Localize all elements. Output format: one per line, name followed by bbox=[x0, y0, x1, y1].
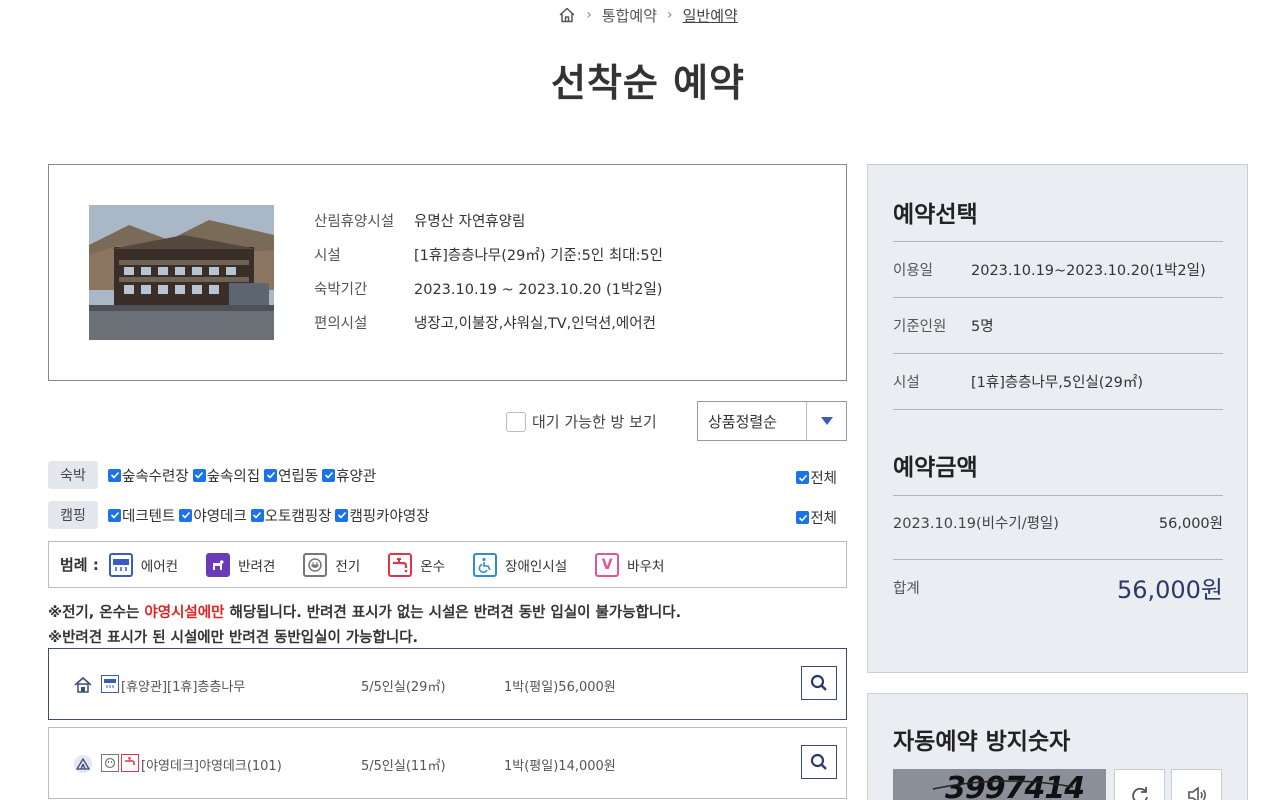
total-amount: 56,000원 bbox=[1116, 576, 1223, 604]
hot-water-icon bbox=[388, 552, 413, 577]
refresh-icon bbox=[1131, 786, 1148, 800]
breadcrumb-item-integrated[interactable]: 통합예약 bbox=[602, 5, 657, 26]
aircon-icon bbox=[101, 675, 119, 693]
legend-item-hot-water: 온수 bbox=[388, 552, 445, 577]
house-icon bbox=[73, 675, 93, 695]
room-price: 1박(평일)56,000원 bbox=[504, 680, 616, 695]
speaker-icon bbox=[1187, 785, 1206, 800]
info-row-facility: 시설 [1휴]층층나무(29㎡) 기준:5인 최대:5인 bbox=[314, 247, 663, 264]
checkbox-lodging-all[interactable]: 전체 bbox=[796, 467, 837, 488]
legend-item-pet: 반려견 bbox=[206, 552, 275, 577]
page-title: 선착순 예약 bbox=[550, 61, 746, 105]
search-icon bbox=[810, 674, 827, 691]
room-price: 1박(평일)14,000원 bbox=[504, 759, 616, 774]
summary-row-date: 이용일 2023.10.19~2023.10.20(1박2일) bbox=[893, 241, 1223, 297]
checkbox-camping-deck[interactable]: 야영데크 bbox=[179, 505, 247, 526]
legend-item-electric: 전기 bbox=[303, 552, 360, 577]
category-tag-camping: 캠핑 bbox=[48, 501, 98, 529]
legend-item-accessibility: 장애인시설 bbox=[473, 552, 567, 577]
checkbox-empty[interactable] bbox=[506, 411, 526, 432]
info-row-facility-name: 산림휴양시설 유명산 자연휴양림 bbox=[314, 213, 526, 230]
wait-available-checkbox[interactable]: 대기 가능한 방 보기 bbox=[506, 411, 657, 432]
aircon-icon bbox=[108, 552, 133, 577]
total-row: 합계 56,000원 bbox=[893, 559, 1223, 615]
notice-line-2: ※반려견 표시가 된 시설에만 반려견 동반입실이 가능합니다. bbox=[48, 630, 419, 646]
breadcrumb-item-general[interactable]: 일반예약 bbox=[683, 5, 738, 26]
room-capacity: 5/5인실(11㎡) bbox=[361, 759, 446, 774]
electric-icon bbox=[303, 552, 328, 577]
checkbox-recreation-hall[interactable]: 휴양관 bbox=[322, 465, 376, 486]
room-item[interactable]: [야영데크]야영데크(101) 5/5인실(11㎡) 1박(평일)14,000원 bbox=[48, 727, 847, 799]
checkbox-camping-car[interactable]: 캠핑카야영장 bbox=[335, 505, 430, 526]
summary-row-facility: 시설 [1휴]층층나무,5인실(29㎡) bbox=[893, 353, 1223, 409]
facility-info-box: 산림휴양시설 유명산 자연휴양림 시설 [1휴]층층나무(29㎡) 기준:5인 … bbox=[48, 164, 847, 381]
tent-icon bbox=[73, 754, 93, 774]
checkbox-deck-tent[interactable]: 데크텐트 bbox=[108, 505, 175, 526]
summary-title: 예약선택 bbox=[893, 202, 978, 228]
summary-row-persons: 기준인원 5명 bbox=[893, 297, 1223, 353]
category-tag-lodging: 숙박 bbox=[48, 461, 98, 489]
captcha-audio-button[interactable] bbox=[1171, 769, 1222, 800]
room-name: [야영데크]야영데크(101) bbox=[141, 759, 282, 774]
chevron-right-icon: › bbox=[667, 7, 673, 23]
category-row-lodging: 숙박 숲속수련장 숲속의집 연립동 휴양관 전체 bbox=[48, 460, 847, 490]
reservation-summary-panel: 예약선택 이용일 2023.10.19~2023.10.20(1박2일) 기준인… bbox=[867, 164, 1248, 673]
notice-line-1: ※전기, 온수는 야영시설에만 해당됩니다. 반려견 표시가 없는 시설은 반려… bbox=[48, 605, 682, 621]
legend: 범례 : 에어컨 반려견 전기 온수 장애인시설 V 바우처 bbox=[48, 541, 847, 588]
legend-item-aircon: 에어컨 bbox=[108, 552, 178, 577]
filter-bar: 대기 가능한 방 보기 상품정렬순 bbox=[48, 401, 847, 441]
room-badges bbox=[101, 754, 139, 772]
checkbox-row-house[interactable]: 연립동 bbox=[264, 465, 318, 486]
facility-photo bbox=[89, 205, 274, 340]
checkbox-camping-all[interactable]: 전체 bbox=[796, 507, 837, 528]
hot-water-icon bbox=[121, 754, 139, 772]
room-item[interactable]: [휴양관][1휴]층층나무 5/5인실(29㎡) 1박(평일)56,000원 bbox=[48, 648, 847, 720]
voucher-icon: V bbox=[595, 552, 620, 577]
captcha-title: 자동예약 방지숫자 bbox=[893, 729, 1071, 755]
search-icon bbox=[810, 753, 827, 770]
room-name: [휴양관][1휴]층층나무 bbox=[121, 680, 246, 695]
price-row: 2023.10.19(비수기/평일) 56,000원 bbox=[893, 495, 1223, 549]
captcha-image: 3997414 bbox=[893, 769, 1106, 800]
captcha-panel: 자동예약 방지숫자 3997414 bbox=[867, 693, 1248, 800]
info-row-stay-period: 숙박기간 2023.10.19 ~ 2023.10.20 (1박2일) bbox=[314, 281, 663, 298]
home-icon[interactable] bbox=[558, 6, 576, 24]
captcha-refresh-button[interactable] bbox=[1114, 769, 1165, 800]
room-search-button[interactable] bbox=[801, 666, 837, 700]
legend-title: 범례 : bbox=[60, 556, 99, 574]
checkbox-auto-camping[interactable]: 오토캠핑장 bbox=[250, 505, 331, 526]
room-capacity: 5/5인실(29㎡) bbox=[361, 680, 446, 695]
pet-icon bbox=[206, 552, 231, 577]
accessibility-icon bbox=[473, 552, 498, 577]
info-row-amenities: 편의시설 냉장고,이불장,샤워실,TV,인덕션,에어컨 bbox=[314, 315, 656, 332]
category-row-camping: 캠핑 데크텐트 야영데크 오토캠핑장 캠핑카야영장 전체 bbox=[48, 500, 847, 530]
breadcrumb: › 통합예약 › 일반예약 bbox=[0, 4, 1272, 26]
chevron-right-icon: › bbox=[586, 7, 592, 23]
room-badges bbox=[101, 675, 119, 693]
legend-item-voucher: V 바우처 bbox=[595, 552, 664, 577]
electric-icon bbox=[101, 754, 119, 772]
price-title: 예약금액 bbox=[893, 455, 978, 481]
sort-select[interactable]: 상품정렬순 bbox=[697, 401, 847, 441]
checkbox-forest-house[interactable]: 숲속의집 bbox=[192, 465, 260, 486]
checkbox-forest-training[interactable]: 숲속수련장 bbox=[108, 465, 189, 486]
room-search-button[interactable] bbox=[801, 745, 837, 779]
caret-down-icon[interactable] bbox=[806, 402, 846, 440]
